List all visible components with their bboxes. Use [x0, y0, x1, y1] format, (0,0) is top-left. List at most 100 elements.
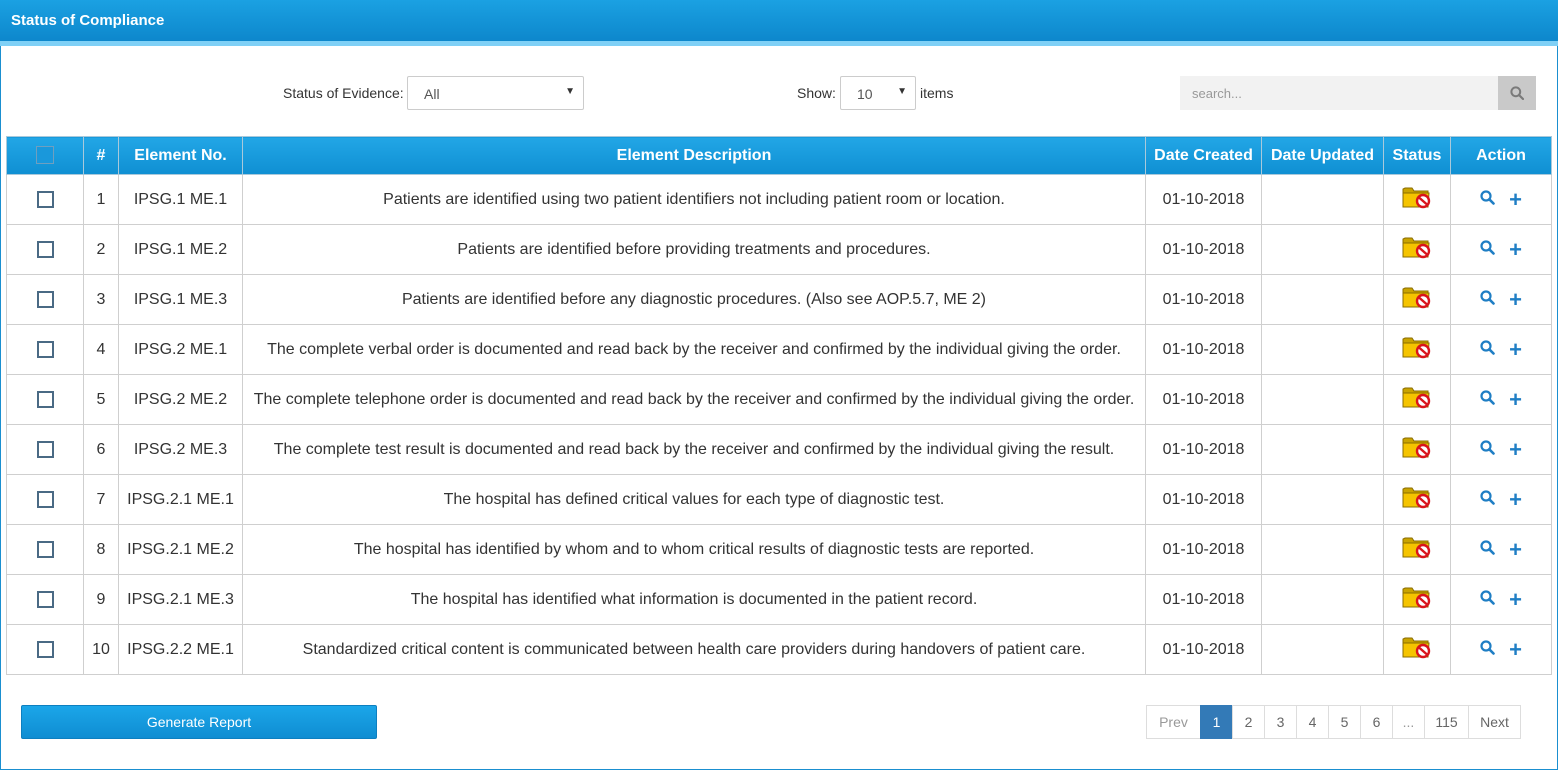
column-header-date-created[interactable]: Date Created [1145, 136, 1262, 175]
folder-blocked-icon[interactable] [1402, 334, 1432, 365]
row-checkbox[interactable] [36, 340, 54, 358]
row-select-cell [6, 574, 84, 625]
table-row: 9 IPSG.2.1 ME.3 The hospital has identifie… [6, 574, 1552, 625]
date-updated [1261, 274, 1384, 325]
plus-icon[interactable]: + [1509, 588, 1522, 610]
search-bar [1180, 76, 1536, 110]
row-checkbox[interactable] [36, 540, 54, 558]
row-checkbox[interactable] [36, 190, 54, 208]
page-6[interactable]: 6 [1360, 705, 1393, 739]
date-updated [1261, 624, 1384, 675]
row-checkbox[interactable] [36, 640, 54, 658]
plus-icon[interactable]: + [1509, 338, 1522, 360]
table-row: 4 IPSG.2 ME.1 The complete verbal order is… [6, 324, 1552, 375]
row-number: 1 [83, 174, 119, 225]
generate-report-button[interactable]: Generate Report [21, 705, 377, 739]
row-number: 10 [83, 624, 119, 675]
folder-blocked-icon[interactable] [1402, 184, 1432, 215]
table-body: 1 IPSG.1 ME.1 Patients are identified usin… [6, 174, 1552, 675]
table-row: 3 IPSG.1 ME.3 Patients are identified befo… [6, 274, 1552, 325]
plus-icon[interactable]: + [1509, 638, 1522, 660]
folder-blocked-icon[interactable] [1402, 634, 1432, 665]
search-icon[interactable] [1480, 489, 1495, 510]
row-checkbox[interactable] [36, 440, 54, 458]
status-cell [1383, 324, 1451, 375]
folder-blocked-icon[interactable] [1402, 584, 1432, 615]
prev-page-button[interactable]: Prev [1146, 705, 1201, 739]
plus-icon[interactable]: + [1509, 238, 1522, 260]
column-header-element-no[interactable]: Element No. [118, 136, 243, 175]
search-icon[interactable] [1480, 189, 1495, 210]
date-created: 01-10-2018 [1145, 324, 1262, 375]
row-checkbox[interactable] [36, 490, 54, 508]
page-4[interactable]: 4 [1296, 705, 1329, 739]
row-number: 7 [83, 474, 119, 525]
status-cell [1383, 424, 1451, 475]
column-header-date-updated[interactable]: Date Updated [1261, 136, 1384, 175]
action-cell: + [1450, 174, 1552, 225]
search-icon[interactable] [1480, 289, 1495, 310]
column-header-status[interactable]: Status [1383, 136, 1451, 175]
element-no: IPSG.2 ME.1 [118, 324, 243, 375]
page-5[interactable]: 5 [1328, 705, 1361, 739]
page-1[interactable]: 1 [1200, 705, 1233, 739]
search-icon[interactable] [1480, 389, 1495, 410]
folder-blocked-icon[interactable] [1402, 434, 1432, 465]
plus-icon[interactable]: + [1509, 438, 1522, 460]
plus-icon[interactable]: + [1509, 388, 1522, 410]
search-icon[interactable] [1480, 439, 1495, 460]
page-3[interactable]: 3 [1264, 705, 1297, 739]
folder-blocked-icon[interactable] [1402, 284, 1432, 315]
element-no: IPSG.2.2 ME.1 [118, 624, 243, 675]
element-no: IPSG.2.1 ME.3 [118, 574, 243, 625]
date-created: 01-10-2018 [1145, 624, 1262, 675]
element-description: The hospital has defined critical values… [242, 474, 1146, 525]
status-cell [1383, 374, 1451, 425]
search-input[interactable] [1180, 76, 1498, 110]
panel-header: Status of Compliance [0, 0, 1558, 46]
folder-blocked-icon[interactable] [1402, 384, 1432, 415]
search-icon[interactable] [1480, 589, 1495, 610]
plus-icon[interactable]: + [1509, 488, 1522, 510]
status-cell [1383, 624, 1451, 675]
date-created: 01-10-2018 [1145, 274, 1262, 325]
plus-icon[interactable]: + [1509, 288, 1522, 310]
compliance-table: # Element No. Element Description Date C… [6, 136, 1552, 675]
status-cell [1383, 224, 1451, 275]
search-icon[interactable] [1480, 239, 1495, 260]
page-title: Status of Compliance [11, 12, 165, 29]
search-icon[interactable] [1480, 539, 1495, 560]
row-number: 3 [83, 274, 119, 325]
page-115[interactable]: 115 [1424, 705, 1469, 739]
chevron-down-icon: ▼ [565, 86, 575, 97]
page-size-select[interactable]: 10 ▼ [840, 76, 916, 110]
row-checkbox[interactable] [36, 240, 54, 258]
column-header-number[interactable]: # [83, 136, 119, 175]
plus-icon[interactable]: + [1509, 188, 1522, 210]
folder-blocked-icon[interactable] [1402, 234, 1432, 265]
status-cell [1383, 574, 1451, 625]
status-of-evidence-select[interactable]: All ▼ [407, 76, 584, 110]
plus-icon[interactable]: + [1509, 538, 1522, 560]
row-checkbox[interactable] [36, 390, 54, 408]
folder-blocked-icon[interactable] [1402, 484, 1432, 515]
row-number: 9 [83, 574, 119, 625]
search-icon[interactable] [1480, 639, 1495, 660]
row-checkbox[interactable] [36, 590, 54, 608]
page-2[interactable]: 2 [1232, 705, 1265, 739]
select-all-checkbox[interactable] [36, 146, 54, 165]
column-header-description[interactable]: Element Description [242, 136, 1146, 175]
search-icon[interactable] [1480, 339, 1495, 360]
row-select-cell [6, 174, 84, 225]
date-updated [1261, 474, 1384, 525]
row-select-cell [6, 624, 84, 675]
row-checkbox[interactable] [36, 290, 54, 308]
date-created: 01-10-2018 [1145, 174, 1262, 225]
next-page-button[interactable]: Next [1468, 705, 1521, 739]
row-select-cell [6, 324, 84, 375]
folder-blocked-icon[interactable] [1402, 534, 1432, 565]
search-button[interactable] [1498, 76, 1536, 110]
status-of-evidence-value: All [424, 86, 440, 102]
date-updated [1261, 374, 1384, 425]
status-cell [1383, 274, 1451, 325]
